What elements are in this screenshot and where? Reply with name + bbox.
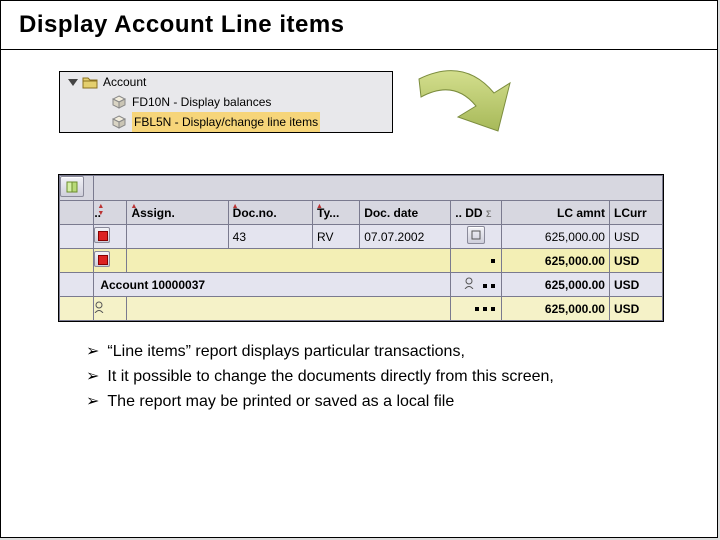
cube-icon [112, 115, 126, 129]
line-items-grid: ▲▼.. ▲Assign. ▲Doc.no. ▲Ty... Doc. date … [58, 174, 664, 322]
title-divider [1, 49, 717, 50]
toolbar-button[interactable] [60, 176, 84, 197]
grid-header-row: ▲▼.. ▲Assign. ▲Doc.no. ▲Ty... Doc. date … [60, 201, 663, 225]
col-docdate[interactable]: Doc. date [360, 201, 451, 225]
row-action-icon[interactable] [467, 226, 485, 244]
col-assign[interactable]: Assign. [131, 206, 174, 220]
status-indicator-icon[interactable] [94, 251, 110, 267]
user-icon [464, 277, 478, 289]
bullet-item: ➢The report may be printed or saved as a… [86, 391, 646, 411]
cell-amount: 625,000.00 [501, 225, 609, 249]
user-icon [94, 301, 108, 313]
cell-type: RV [313, 225, 360, 249]
folder-icon [82, 74, 98, 90]
tree-item-label-selected: FBL5N - Display/change line items [132, 112, 320, 132]
subtotal-amount: 625,000.00 [501, 249, 609, 273]
grid-data-row[interactable]: 43 RV 07.07.2002 625,000.00 USD [60, 225, 663, 249]
cell-docno: 43 [228, 225, 312, 249]
bullet-item: ➢“Line items” report displays particular… [86, 341, 646, 361]
cell-docdate: 07.07.2002 [360, 225, 451, 249]
col-curr[interactable]: LCurr [609, 201, 662, 225]
col-docno[interactable]: Doc.no. [233, 206, 277, 220]
expand-icon[interactable] [68, 79, 78, 86]
page-title: Display Account Line items [1, 1, 717, 49]
slide: Display Account Line items Account FD10N… [0, 0, 718, 538]
account-amount: 625,000.00 [501, 273, 609, 297]
grid-grandtotal-row: 625,000.00 USD [60, 297, 663, 321]
tree-item-display-balances[interactable]: FD10N - Display balances [60, 92, 392, 112]
toolbar-cell [60, 176, 94, 201]
grid-subtotal-row: 625,000.00 USD [60, 249, 663, 273]
nav-tree: Account FD10N - Display balances FBL5N -… [59, 71, 393, 133]
tree-root-account[interactable]: Account [60, 72, 392, 92]
tree-root-label: Account [103, 72, 146, 92]
bullet-item: ➢It it possible to change the documents … [86, 366, 646, 386]
tree-item-label: FD10N - Display balances [132, 92, 271, 112]
col-dd[interactable]: DD [465, 206, 482, 220]
bullet-list: ➢“Line items” report displays particular… [86, 341, 646, 416]
account-curr: USD [609, 273, 662, 297]
grandtotal-amount: 625,000.00 [501, 297, 609, 321]
arrow-icon [414, 61, 524, 146]
grandtotal-curr: USD [609, 297, 662, 321]
tree-item-display-change-line-items[interactable]: FBL5N - Display/change line items [60, 112, 392, 132]
col-amount[interactable]: LC amnt [501, 201, 609, 225]
grid-account-row: Account 10000037 625,000.00 USD [60, 273, 663, 297]
subtotal-curr: USD [609, 249, 662, 273]
cell-curr: USD [609, 225, 662, 249]
status-indicator-icon[interactable] [94, 227, 110, 243]
cube-icon [112, 95, 126, 109]
account-label: Account 10000037 [100, 278, 205, 292]
grid-toolbar-row [60, 176, 663, 201]
